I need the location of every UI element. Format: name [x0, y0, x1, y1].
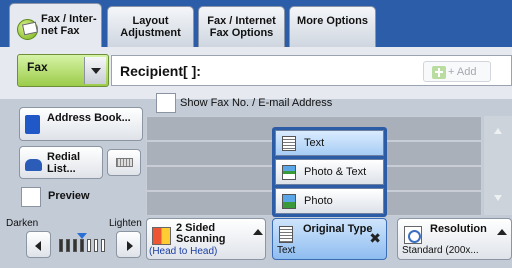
- two-sided-title: 2 Sided Scanning: [176, 222, 226, 245]
- original-type-title: Original Type: [303, 223, 373, 235]
- address-book-button[interactable]: Address Book...: [19, 107, 143, 141]
- add-icon: [432, 66, 446, 79]
- photo-icon: [282, 194, 296, 209]
- photo-text-icon: [282, 165, 296, 180]
- close-icon[interactable]: ✖: [369, 231, 381, 247]
- phone-icon: [25, 159, 42, 171]
- original-type-value: Text: [277, 245, 296, 256]
- tab-more-options[interactable]: More Options: [289, 6, 376, 47]
- density-step: [66, 239, 70, 252]
- original-type-button[interactable]: Original Type Text ✖: [272, 218, 387, 260]
- darken-button[interactable]: [26, 231, 51, 258]
- density-step: [73, 239, 77, 252]
- resolution-button[interactable]: Resolution Standard (200x...: [397, 218, 512, 260]
- density-scale[interactable]: [56, 233, 111, 256]
- tab-label: Fax / Inter- net Fax: [41, 13, 97, 37]
- add-button[interactable]: + Add: [423, 61, 491, 82]
- scroll-up-icon[interactable]: [494, 128, 502, 134]
- keyboard-icon: [116, 158, 133, 167]
- resolution-title: Resolution: [430, 223, 487, 235]
- tab-fax-internet-fax[interactable]: Fax / Inter- net Fax: [9, 3, 102, 47]
- show-fax-checkbox[interactable]: [156, 93, 176, 113]
- add-label: + Add: [448, 66, 477, 78]
- chevron-up-icon: [497, 229, 507, 235]
- menu-item-label: Photo: [304, 195, 333, 207]
- scroll-down-icon[interactable]: [494, 195, 502, 201]
- fax-mode-dropdown[interactable]: Fax: [17, 54, 109, 87]
- lighten-label: Lighten: [109, 218, 142, 229]
- text-document-icon: [282, 136, 296, 151]
- darken-label: Darken: [6, 218, 39, 229]
- redial-list-button[interactable]: Redial List...: [19, 146, 103, 179]
- recipient-label: Recipient[ ]:: [120, 63, 201, 79]
- menu-item-photo-text[interactable]: Photo & Text: [275, 159, 384, 185]
- chevron-down-icon: [91, 68, 101, 74]
- show-fax-label: Show Fax No. / E-mail Address: [180, 97, 333, 109]
- preview-label: Preview: [48, 190, 90, 202]
- tab-label: More Options: [297, 15, 368, 27]
- redial-list-label: Redial List...: [47, 151, 81, 175]
- two-sided-scanning-button[interactable]: 2 Sided Scanning (Head to Head): [146, 218, 266, 260]
- density-step: [101, 239, 105, 252]
- two-sided-value: (Head to Head): [149, 246, 218, 257]
- dropdown-arrow: [84, 57, 106, 84]
- menu-item-label: Text: [304, 137, 325, 149]
- keyboard-button[interactable]: [107, 149, 141, 176]
- recipient-field[interactable]: Recipient[ ]: + Add: [111, 55, 512, 86]
- arrow-right-icon: [127, 241, 133, 251]
- preview-checkbox[interactable]: [21, 187, 41, 207]
- tab-fax-options[interactable]: Fax / Internet Fax Options: [198, 6, 285, 47]
- menu-item-text[interactable]: Text: [275, 130, 384, 156]
- arrow-left-icon: [35, 241, 41, 251]
- list-scrollbar[interactable]: [484, 116, 512, 215]
- fax-service-icon: [17, 19, 38, 40]
- address-book-label: Address Book...: [47, 112, 131, 124]
- density-step: [87, 239, 91, 252]
- tab-label: Fax / Internet Fax Options: [207, 15, 276, 39]
- tab-label: Layout Adjustment: [120, 15, 181, 39]
- resolution-value: Standard (200x...: [402, 245, 479, 256]
- original-type-menu: Text Photo & Text Photo: [272, 127, 387, 217]
- density-step: [59, 239, 63, 252]
- resolution-icon: [404, 226, 422, 244]
- density-step: [94, 239, 98, 252]
- density-step: [80, 239, 84, 252]
- lighten-button[interactable]: [116, 231, 141, 258]
- menu-item-photo[interactable]: Photo: [275, 188, 384, 214]
- menu-item-label: Photo & Text: [304, 166, 367, 178]
- chevron-up-icon: [253, 229, 263, 235]
- address-book-icon: [25, 115, 40, 134]
- fax-mode-label: Fax: [27, 60, 48, 74]
- two-sided-icon: [152, 227, 171, 245]
- tab-layout-adjustment[interactable]: Layout Adjustment: [107, 6, 194, 47]
- text-document-icon: [279, 226, 293, 243]
